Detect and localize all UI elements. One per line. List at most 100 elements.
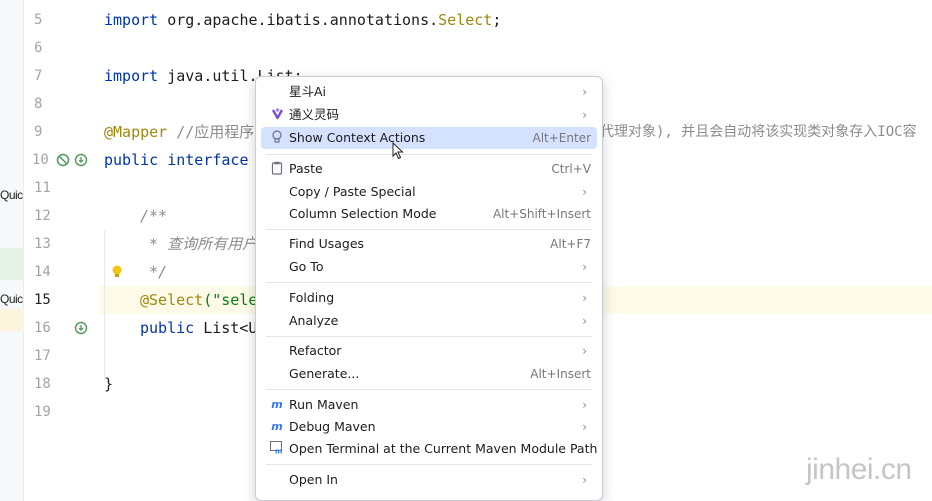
menu-item-label: Copy / Paste Special <box>289 184 416 199</box>
menu-separator <box>266 229 592 230</box>
code-line-14[interactable]: */ <box>140 258 167 286</box>
menu-item-shortcut: Ctrl+V <box>551 162 591 176</box>
line-number[interactable]: 12 <box>34 202 80 230</box>
code-line-9[interactable]: @Mapper //应用程序 <box>104 118 254 146</box>
menu-item-shortcut: Alt+F7 <box>550 237 591 251</box>
menu-item-label: Find Usages <box>289 236 365 251</box>
line-number[interactable]: 13 <box>34 230 80 258</box>
code-text: List<U <box>194 319 258 337</box>
maven-debug-icon: m <box>271 420 283 433</box>
menu-item-go-to[interactable]: Go To › <box>261 256 597 278</box>
menu-item-folding[interactable]: Folding › <box>261 287 597 309</box>
maven-run-icon: m <box>271 398 283 411</box>
line-number[interactable]: 9 <box>34 118 80 146</box>
code-line-13[interactable]: * 查询所有用户 <box>140 230 257 258</box>
annotation: @Select <box>140 291 204 309</box>
line-number[interactable]: 18 <box>34 370 80 398</box>
implementations-icon[interactable] <box>74 146 88 174</box>
menu-item-label: Folding <box>289 290 335 305</box>
menu-item-find-usages[interactable]: Find Usages Alt+F7 <box>261 233 597 255</box>
menu-item-show-context-actions[interactable]: Show Context Actions Alt+Enter <box>261 127 597 149</box>
code-line-12[interactable]: /** <box>140 202 167 230</box>
menu-item-label: Open In <box>289 472 338 487</box>
menu-item-label: Run Maven <box>289 397 359 412</box>
menu-item-label: Go To <box>289 259 324 274</box>
menu-item-xingdou-ai[interactable]: 星斗Ai › <box>261 81 597 103</box>
keyword: public <box>140 319 195 337</box>
chevron-right-icon: › <box>582 314 587 328</box>
menu-item-open-terminal-maven[interactable]: m Open Terminal at the Current Maven Mod… <box>261 438 597 460</box>
menu-item-refactor[interactable]: Refactor › <box>261 340 597 362</box>
code-line-5[interactable]: import org.apache.ibatis.annotations.Sel… <box>104 6 501 34</box>
comment: //应用程序 <box>167 123 255 141</box>
menu-item-column-selection-mode[interactable]: Column Selection Mode Alt+Shift+Insert <box>261 203 597 225</box>
menu-item-run-maven[interactable]: m Run Maven › <box>261 394 597 416</box>
menu-item-open-in[interactable]: Open In › <box>261 469 597 491</box>
annotation: @Mapper <box>104 123 168 141</box>
terminal-icon: m <box>269 441 285 457</box>
keyword: import <box>104 67 159 85</box>
code-line-16[interactable]: public List<U <box>140 314 257 342</box>
left-tool-strip: Quic Quic <box>0 0 24 501</box>
keyword: interface <box>158 151 249 169</box>
line-number[interactable]: 11 <box>34 174 80 202</box>
strip-label-top[interactable]: Quic <box>0 188 23 202</box>
menu-item-shortcut: Alt+Shift+Insert <box>492 207 591 221</box>
menu-item-copy-paste-special[interactable]: Copy / Paste Special › <box>261 181 597 203</box>
code-text: ; <box>492 11 502 29</box>
code-line-18[interactable]: } <box>104 370 113 398</box>
line-number[interactable]: 17 <box>34 342 80 370</box>
editor-gutter: 5 6 7 8 9 10 11 12 13 14 15 16 17 18 19 <box>24 0 122 501</box>
menu-separator <box>266 154 592 155</box>
class-name: Select <box>438 11 493 29</box>
menu-item-label: Analyze <box>289 313 339 328</box>
menu-item-shortcut: Alt+Insert <box>530 367 591 381</box>
line-number[interactable]: 19 <box>34 398 80 426</box>
chevron-right-icon: › <box>582 108 587 122</box>
menu-item-label: Generate... <box>289 366 360 381</box>
line-number[interactable]: 5 <box>34 6 80 34</box>
menu-item-label: Debug Maven <box>289 419 376 434</box>
strip-highlight-yellow <box>0 309 24 331</box>
chevron-right-icon: › <box>582 85 587 99</box>
code-line-10[interactable]: public interface <box>104 146 249 174</box>
tongyi-icon <box>269 107 285 123</box>
clipboard-icon <box>269 161 285 177</box>
menu-separator <box>266 282 592 283</box>
line-number[interactable]: 7 <box>34 62 80 90</box>
menu-item-label: Open Terminal at the Current Maven Modul… <box>289 441 598 456</box>
menu-item-label: Column Selection Mode <box>289 206 437 221</box>
line-number[interactable]: 14 <box>34 258 80 286</box>
svg-text:m: m <box>275 448 282 455</box>
string-literal: ("sele <box>203 291 258 309</box>
menu-separator <box>266 336 592 337</box>
keyword: import <box>104 11 159 29</box>
code-text: org.apache.ibatis.annotations. <box>158 11 439 29</box>
menu-separator <box>266 464 592 465</box>
mouse-cursor-icon <box>392 142 404 160</box>
menu-item-analyze[interactable]: Analyze › <box>261 310 597 332</box>
menu-item-label: 通义灵码 <box>289 107 340 122</box>
no-entry-icon[interactable] <box>56 146 70 174</box>
watermark: jinhei.cn <box>806 453 912 486</box>
lightbulb-icon <box>269 130 285 146</box>
menu-item-debug-maven[interactable]: m Debug Maven › <box>261 416 597 438</box>
chevron-right-icon: › <box>582 260 587 274</box>
chevron-right-icon: › <box>582 398 587 412</box>
chevron-right-icon: › <box>582 420 587 434</box>
comment-tail: 代理对象), 并且会自动将该实现类对象存入IOC容 <box>600 124 917 140</box>
editor-context-menu: 星斗Ai › 通义灵码 › Show Context Actions Alt+E… <box>255 76 603 501</box>
menu-item-generate[interactable]: Generate... Alt+Insert <box>261 363 597 385</box>
menu-item-label: Paste <box>289 161 323 176</box>
code-line-15[interactable]: @Select("sele <box>140 286 257 314</box>
line-number[interactable]: 8 <box>34 90 80 118</box>
menu-item-tongyi-lingma[interactable]: 通义灵码 › <box>261 104 597 126</box>
menu-item-label: 星斗Ai <box>289 84 327 99</box>
menu-item-paste[interactable]: Paste Ctrl+V <box>261 158 597 180</box>
strip-label-bottom[interactable]: Quic <box>0 292 23 306</box>
line-number[interactable]: 10 <box>32 146 78 174</box>
menu-item-label: Show Context Actions <box>289 130 426 145</box>
line-number-current[interactable]: 15 <box>34 286 80 314</box>
implementations-icon[interactable] <box>74 314 88 342</box>
line-number[interactable]: 6 <box>34 34 80 62</box>
